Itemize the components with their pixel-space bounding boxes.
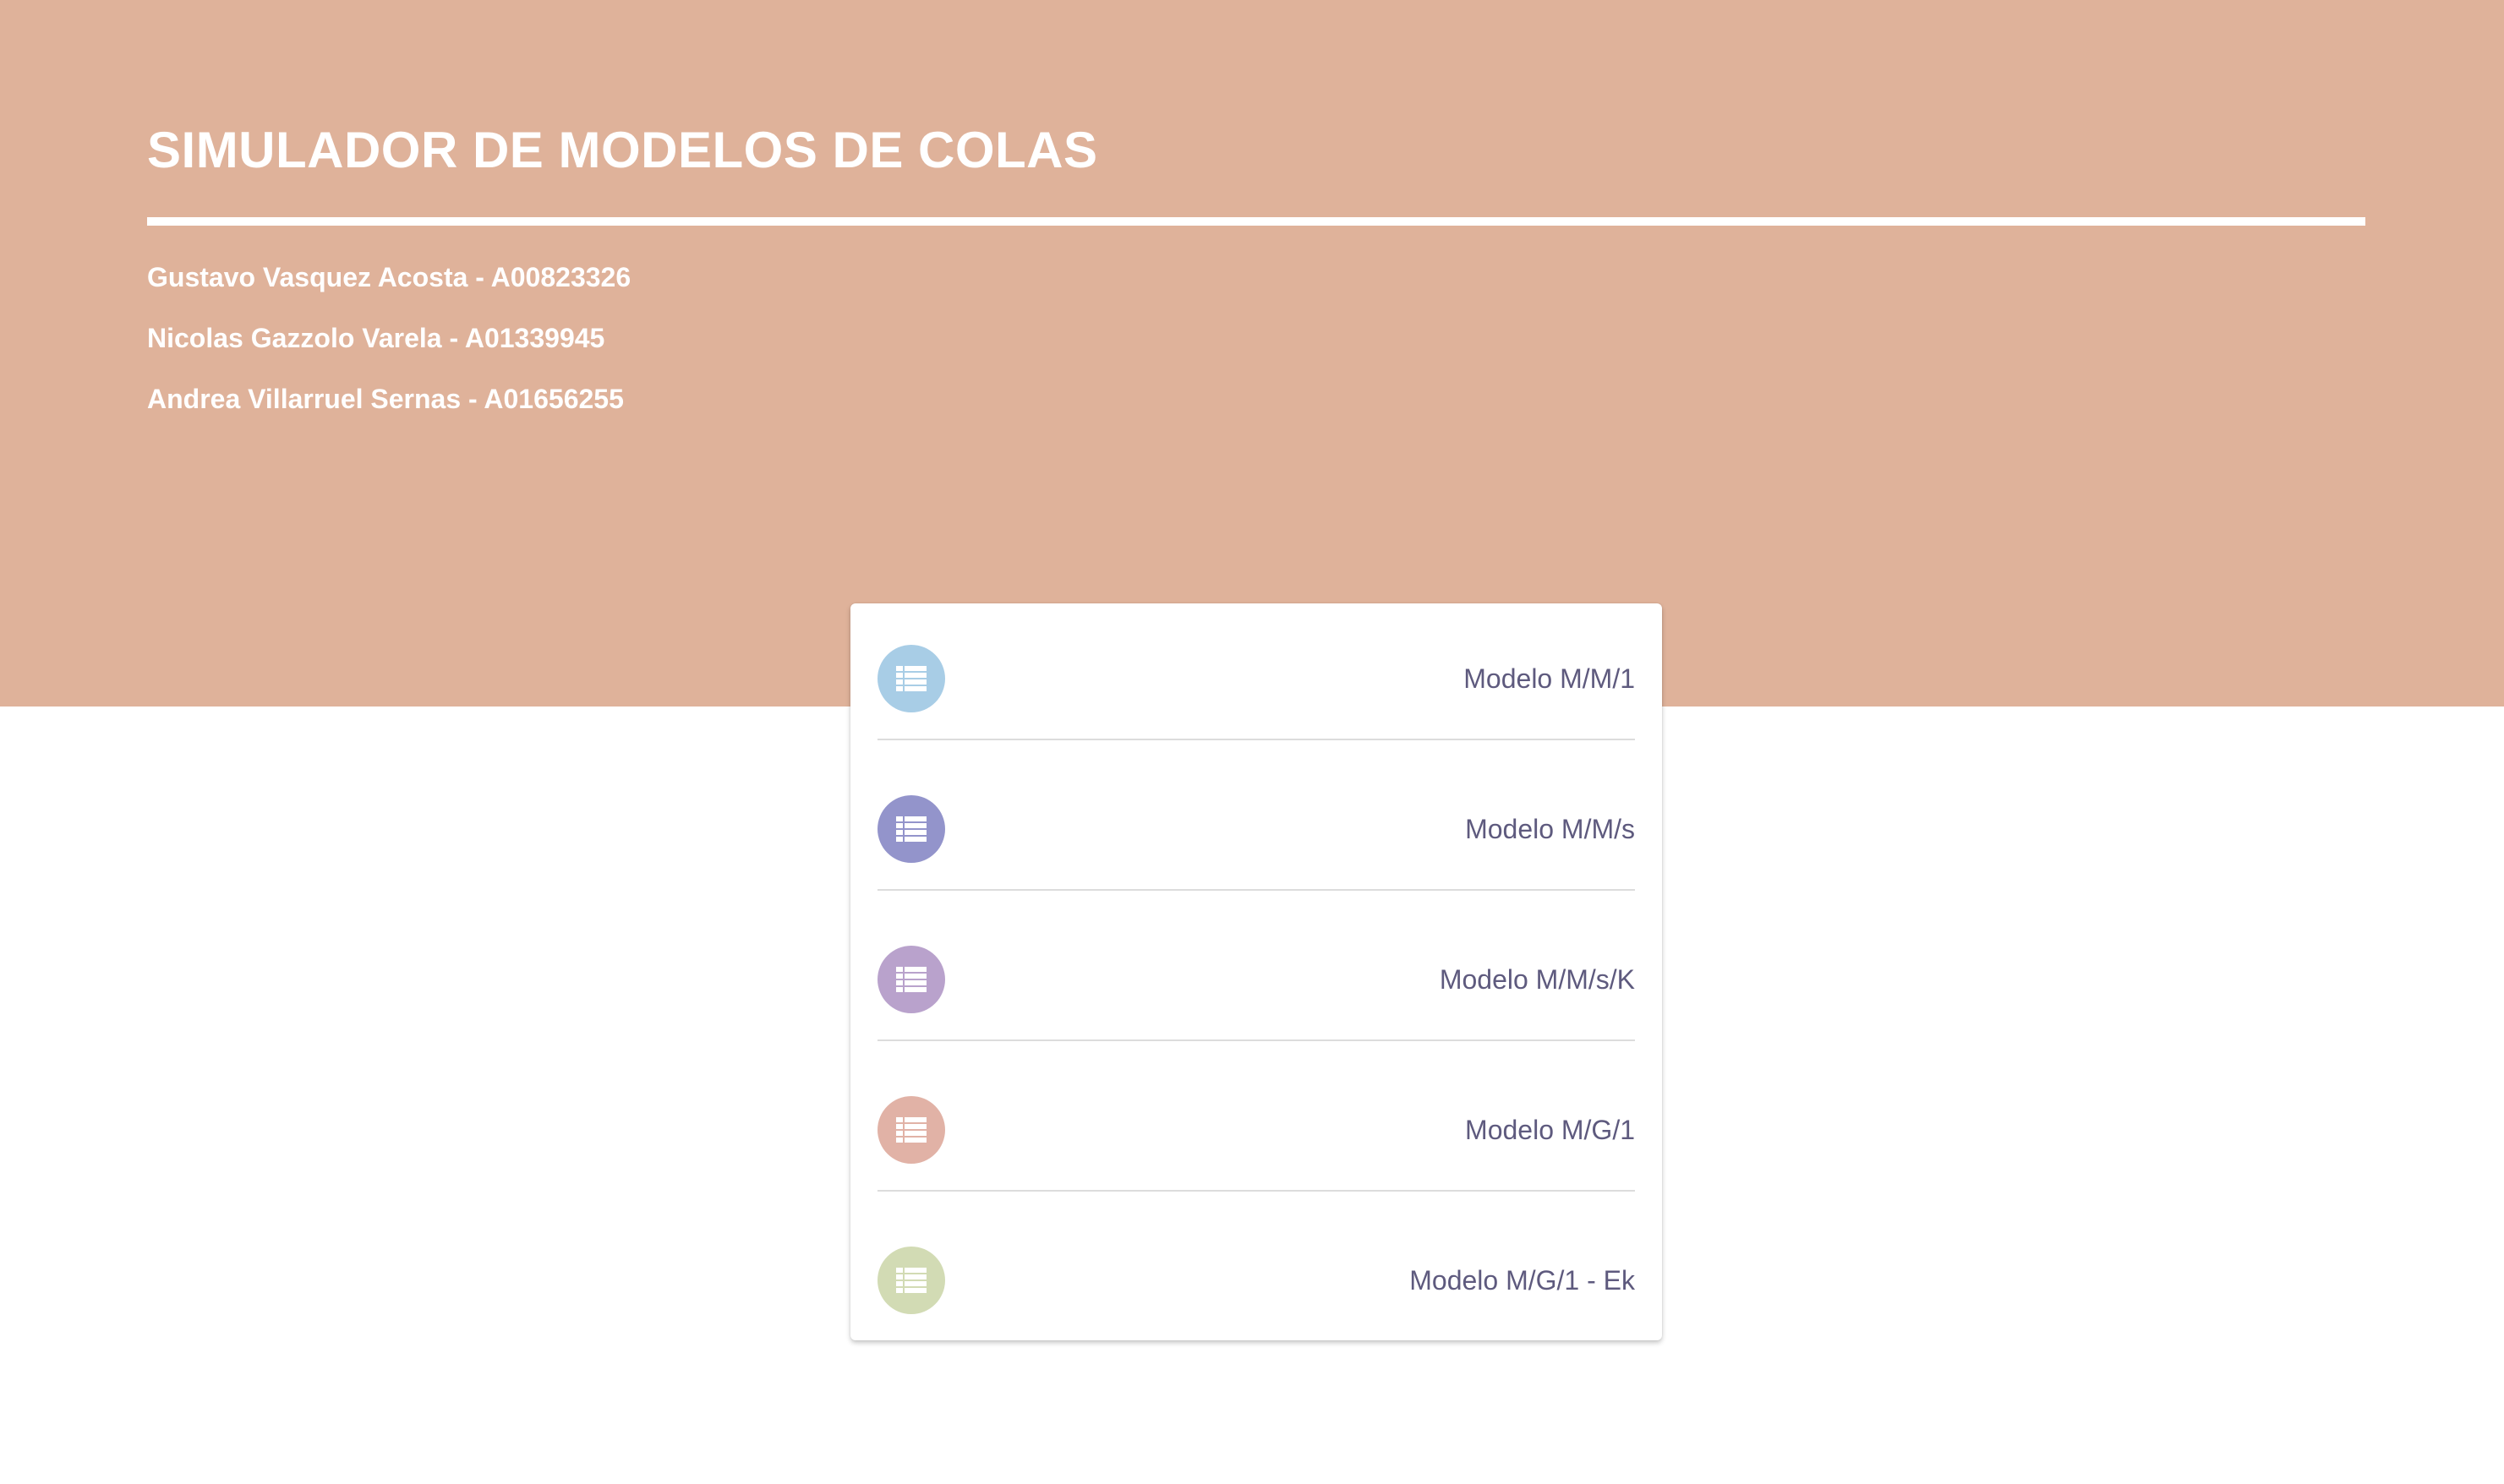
list-divider (877, 1190, 1635, 1192)
model-item-mms[interactable]: Modelo M/M/s (877, 754, 1635, 904)
models-card: Modelo M/M/1 Modelo M/M/s Modelo M/M/s/K (850, 603, 1662, 1340)
list-icon (877, 1096, 945, 1164)
page-title: SIMULADOR DE MODELOS DE COLAS (147, 122, 1098, 178)
author-item: Nicolas Gazzolo Varela - A01339945 (147, 323, 605, 353)
list-icon (877, 946, 945, 1013)
model-item-mm1[interactable]: Modelo M/M/1 (877, 603, 1635, 754)
model-item-mg1-ek[interactable]: Modelo M/G/1 - Ek (877, 1205, 1635, 1356)
list-icon (877, 1247, 945, 1314)
list-icon (877, 795, 945, 863)
model-item-mg1[interactable]: Modelo M/G/1 (877, 1055, 1635, 1205)
list-divider (877, 889, 1635, 891)
list-divider (877, 739, 1635, 740)
author-item: Gustavo Vasquez Acosta - A00823326 (147, 262, 631, 292)
author-item: Andrea Villarruel Sernas - A01656255 (147, 384, 624, 414)
list-divider (877, 1039, 1635, 1041)
title-divider (147, 217, 2365, 226)
header-banner: SIMULADOR DE MODELOS DE COLAS Gustavo Va… (0, 0, 2504, 707)
model-item-label: Modelo M/M/s/K (1439, 963, 1635, 995)
model-item-label: Modelo M/M/s (1465, 813, 1635, 844)
model-item-label: Modelo M/G/1 - Ek (1409, 1264, 1635, 1296)
model-item-label: Modelo M/G/1 (1465, 1114, 1635, 1145)
list-icon (877, 645, 945, 712)
model-item-mmsk[interactable]: Modelo M/M/s/K (877, 904, 1635, 1055)
authors-list: Gustavo Vasquez Acosta - A00823326 Nicol… (147, 257, 631, 439)
model-item-label: Modelo M/M/1 (1463, 663, 1635, 694)
